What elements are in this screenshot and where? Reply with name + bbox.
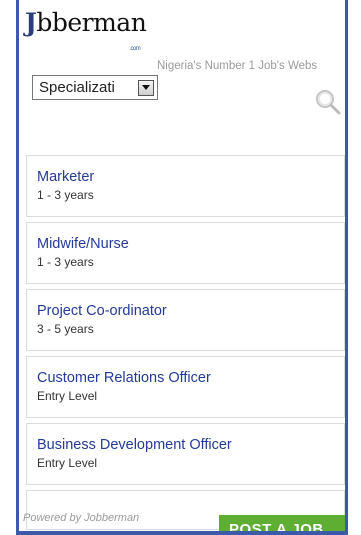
job-experience: Entry Level bbox=[37, 389, 98, 403]
job-experience: Entry Level bbox=[37, 456, 98, 470]
search-icon[interactable] bbox=[315, 89, 341, 115]
job-title-link[interactable]: Business Development Officer bbox=[37, 436, 344, 454]
job-title-link[interactable]: Project Co-ordinator bbox=[37, 302, 344, 320]
job-card[interactable]: Midwife/Nurse 1 - 3 years bbox=[26, 222, 345, 284]
dropdown-button[interactable] bbox=[138, 79, 154, 96]
post-a-job-button[interactable]: POST A JOB bbox=[219, 515, 345, 531]
job-title-link[interactable]: Midwife/Nurse bbox=[37, 235, 344, 253]
job-list: Marketer 1 - 3 years Midwife/Nurse 1 - 3… bbox=[26, 155, 345, 531]
powered-by-text: Powered by Jobberman bbox=[23, 512, 140, 524]
job-card[interactable]: Customer Relations Officer Entry Level bbox=[26, 356, 345, 418]
job-experience: 1 - 3 years bbox=[37, 255, 94, 269]
job-experience: 3 - 5 years bbox=[37, 322, 94, 336]
jobberman-logo[interactable]: Jbberman .com bbox=[25, 8, 147, 52]
job-title-link[interactable]: Marketer bbox=[37, 168, 344, 186]
app-frame: Jbberman .com Nigeria's Number 1 Job's W… bbox=[16, 0, 348, 535]
chevron-down-icon bbox=[142, 85, 150, 90]
logo-suffix: .com bbox=[129, 46, 141, 52]
tagline: Nigeria's Number 1 Job's Webs bbox=[157, 60, 318, 72]
specialization-select-value: Specializati bbox=[39, 79, 115, 96]
job-card[interactable]: Marketer 1 - 3 years bbox=[26, 155, 345, 217]
job-card[interactable]: Business Development Officer Entry Level bbox=[26, 423, 345, 485]
logo-wordmark: bberman bbox=[36, 8, 147, 37]
job-title-link[interactable]: Customer Relations Officer bbox=[37, 369, 344, 387]
job-card[interactable]: Project Co-ordinator 3 - 5 years bbox=[26, 289, 345, 351]
specialization-select[interactable]: Specializati bbox=[32, 75, 158, 100]
logo-initial: J bbox=[25, 8, 37, 37]
job-experience: 1 - 3 years bbox=[37, 188, 94, 202]
